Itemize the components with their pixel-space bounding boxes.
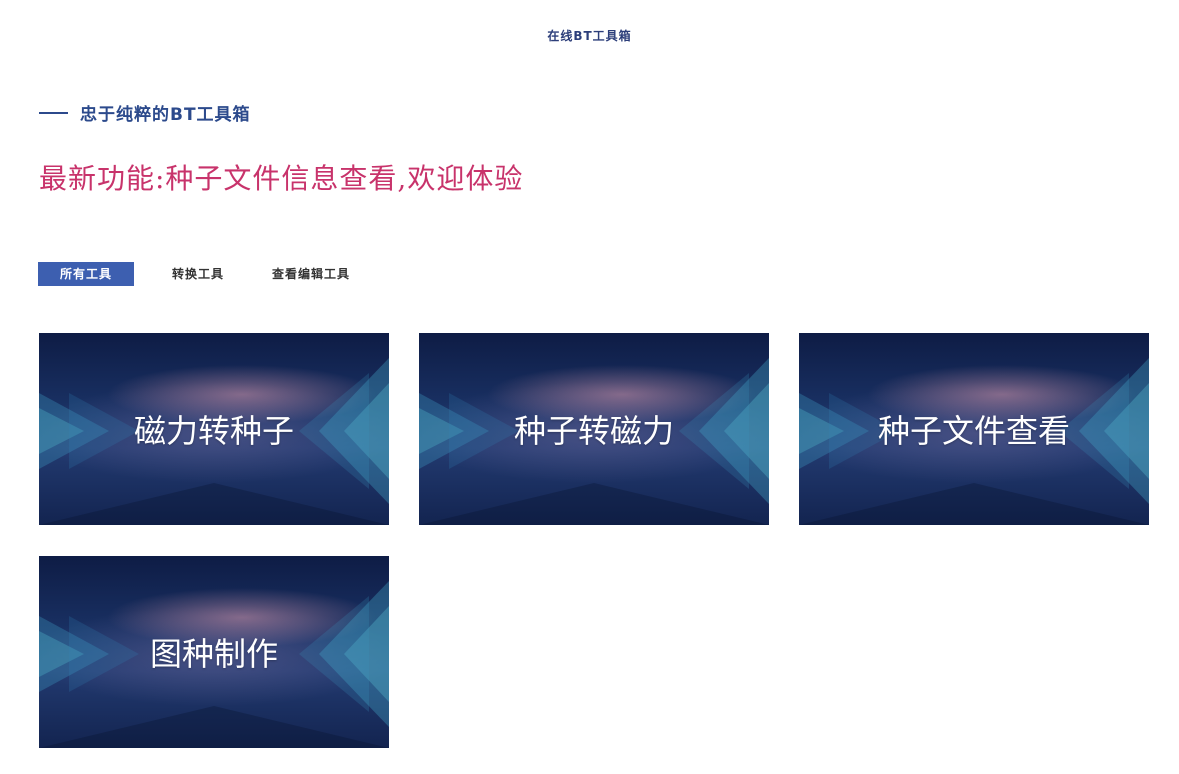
tool-card-label: 种子转磁力: [513, 412, 674, 450]
tagline-text: 忠于纯粹的BT工具箱: [80, 105, 251, 125]
headline: 最新功能:种子文件信息查看,欢迎体验: [39, 162, 524, 195]
tool-card-label: 种子文件查看: [877, 412, 1070, 450]
tool-card-label: 图种制作: [149, 635, 278, 673]
tool-card-image-torrent-maker[interactable]: 图种制作: [39, 556, 389, 748]
tool-card-torrent-file-viewer[interactable]: 种子文件查看: [799, 333, 1149, 525]
filter-tabs: 所有工具 转换工具 查看编辑工具: [38, 262, 369, 286]
filter-tab-view-edit-tools[interactable]: 查看编辑工具: [253, 262, 369, 286]
tool-card-label: 磁力转种子: [133, 412, 294, 450]
tagline-dash: [39, 111, 68, 114]
tool-card-magnet-to-torrent[interactable]: 磁力转种子: [39, 333, 389, 525]
filter-tab-convert-tools[interactable]: 转换工具: [153, 262, 243, 286]
site-title: 在线BT工具箱: [547, 29, 632, 43]
tagline: 忠于纯粹的BT工具箱: [39, 100, 251, 125]
filter-tab-all-tools[interactable]: 所有工具: [38, 262, 134, 286]
tool-card-torrent-to-magnet[interactable]: 种子转磁力: [419, 333, 769, 525]
